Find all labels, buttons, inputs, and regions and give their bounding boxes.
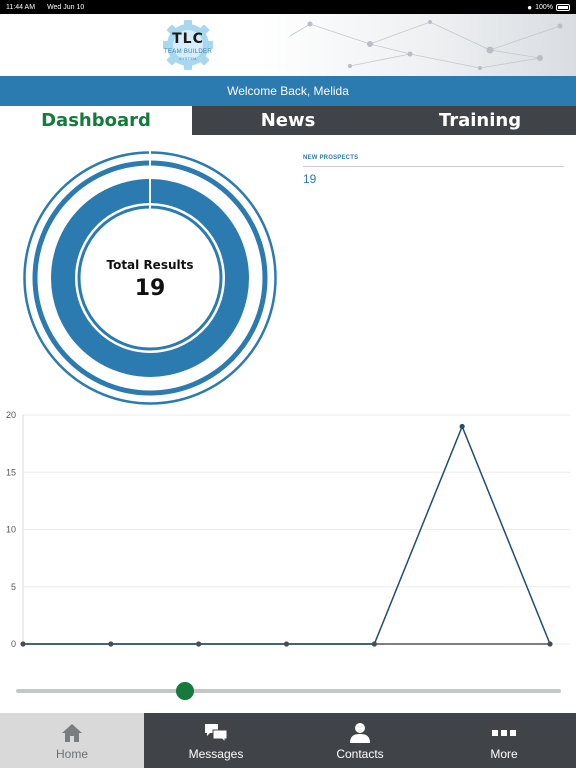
tab-news[interactable]: News bbox=[192, 106, 384, 135]
nav-home[interactable]: Home bbox=[0, 713, 144, 768]
nav-contacts-label: Contacts bbox=[336, 747, 384, 761]
slider-track[interactable] bbox=[16, 689, 561, 693]
battery-icon bbox=[556, 3, 570, 11]
status-right: ● 100% bbox=[527, 3, 570, 12]
logo-subtitle: TEAM BUILDER bbox=[164, 49, 212, 55]
welcome-text: Welcome Back, Melida bbox=[227, 84, 349, 98]
messages-icon bbox=[204, 722, 228, 744]
nav-messages[interactable]: Messages bbox=[144, 713, 288, 768]
chart-y-tick-label: 5 bbox=[11, 582, 16, 592]
chart-data-point bbox=[108, 641, 114, 647]
nav-more[interactable]: More bbox=[432, 713, 576, 768]
logo-title: TLC bbox=[172, 31, 204, 47]
date-range-slider[interactable] bbox=[16, 682, 561, 700]
chart-data-point bbox=[547, 641, 553, 647]
tlc-logo: TLC TEAM BUILDER SYSTEM bbox=[158, 19, 218, 71]
chart-data-point bbox=[283, 641, 290, 647]
logo-tagline: SYSTEM bbox=[179, 57, 197, 61]
chart-data-point bbox=[371, 641, 377, 647]
nav-home-label: Home bbox=[55, 747, 88, 761]
new-prospects-divider bbox=[303, 166, 564, 167]
nav-messages-label: Messages bbox=[188, 747, 244, 761]
main-tabs: Dashboard News Training bbox=[0, 106, 576, 135]
results-line-chart: 0 5 10 15 20 bbox=[6, 410, 570, 649]
welcome-banner: Welcome Back, Melida bbox=[0, 76, 576, 106]
chart-y-tick-label: 20 bbox=[6, 410, 16, 420]
total-results-label: Total Results bbox=[106, 258, 194, 272]
wifi-icon: ● bbox=[527, 2, 533, 12]
new-prospects-title: NEW PROSPECTS bbox=[303, 155, 359, 161]
tab-dashboard[interactable]: Dashboard bbox=[0, 106, 192, 135]
slider-thumb[interactable] bbox=[175, 682, 194, 700]
nav-more-label: More bbox=[490, 747, 518, 761]
status-time: 11:44 AM bbox=[6, 3, 36, 11]
chart-y-tick-label: 10 bbox=[6, 525, 16, 535]
total-results-value: 19 bbox=[134, 276, 166, 301]
status-date: Wed Jun 10 bbox=[47, 3, 85, 11]
bottom-navigation: Home Messages Contacts More bbox=[0, 713, 576, 768]
chart-y-tick-label: 15 bbox=[6, 467, 16, 477]
chart-y-tick-label: 0 bbox=[11, 639, 16, 649]
chart-series-line bbox=[23, 424, 551, 645]
tab-training[interactable]: Training bbox=[384, 106, 576, 135]
network-background-graphic bbox=[290, 20, 563, 70]
nav-contacts[interactable]: Contacts bbox=[288, 713, 432, 768]
battery-percent: 100% bbox=[535, 3, 553, 11]
chart-data-point bbox=[20, 641, 26, 647]
chart-data-point bbox=[459, 423, 465, 430]
more-icon bbox=[492, 722, 516, 744]
status-bar: 11:44 AM Wed Jun 10 ● 100% bbox=[0, 0, 576, 14]
app-header: TLC TEAM BUILDER SYSTEM bbox=[0, 14, 576, 76]
contacts-icon bbox=[349, 722, 371, 744]
new-prospects-value: 19 bbox=[303, 172, 317, 186]
app-root: 11:44 AM Wed Jun 10 ● 100% TLC TEAM BUIL… bbox=[0, 0, 576, 768]
chart-data-point bbox=[196, 641, 202, 647]
home-icon bbox=[61, 722, 83, 744]
